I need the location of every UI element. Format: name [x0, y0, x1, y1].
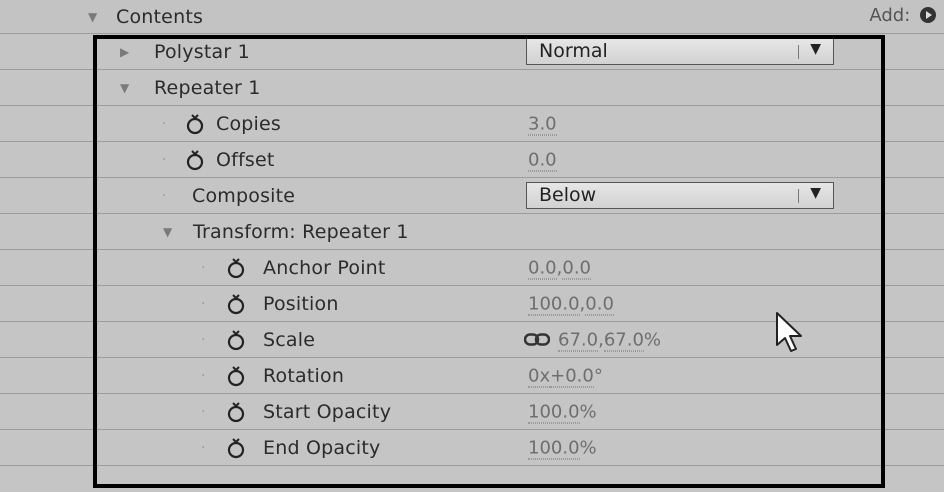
composite-value: Below: [539, 184, 597, 206]
empty-row: [0, 466, 944, 492]
add-menu[interactable]: Add:: [869, 5, 936, 26]
expand-triangle-icon[interactable]: ▼: [120, 81, 129, 95]
expand-triangle-icon[interactable]: ▼: [88, 10, 97, 24]
bullet-dot: ·: [162, 115, 167, 132]
transform-label: Transform: Repeater 1: [193, 220, 409, 243]
stopwatch-icon[interactable]: [185, 113, 205, 135]
stopwatch-icon[interactable]: [185, 149, 205, 171]
anchor-point-label: Anchor Point: [263, 256, 386, 279]
dropdown-arrow-icon[interactable]: ▼: [810, 41, 821, 57]
bullet-dot: ·: [201, 259, 206, 276]
composite-row: · Composite Below ▼: [0, 178, 944, 214]
dropdown-arrow-icon[interactable]: ▼: [810, 185, 821, 201]
offset-label: Offset: [216, 148, 275, 171]
position-label: Position: [263, 292, 339, 315]
scale-value[interactable]: 67.0,67.0%: [524, 329, 661, 351]
position-value[interactable]: 100.0,0.0: [528, 293, 614, 315]
dropdown-separator: [798, 189, 799, 203]
rotation-label: Rotation: [263, 364, 345, 387]
stopwatch-icon[interactable]: [226, 401, 246, 423]
timeline-properties-panel: ▼ Contents Add: ▶ Polystar 1 Normal ▼ ▼ …: [0, 0, 944, 492]
rotation-value[interactable]: 0x+0.0°: [528, 365, 603, 387]
composite-dropdown[interactable]: Below ▼: [526, 182, 834, 209]
bullet-dot: ·: [201, 403, 206, 420]
scale-label: Scale: [263, 328, 316, 351]
end-opacity-row: · End Opacity 100.0%: [0, 430, 944, 466]
expand-triangle-icon[interactable]: ▼: [163, 225, 172, 239]
end-opacity-value[interactable]: 100.0%: [528, 437, 597, 459]
collapsed-triangle-icon[interactable]: ▶: [120, 45, 129, 59]
offset-value[interactable]: 0.0: [528, 149, 557, 171]
bullet-dot: ·: [162, 151, 167, 168]
start-opacity-row: · Start Opacity 100.0%: [0, 394, 944, 430]
anchor-point-value[interactable]: 0.0,0.0: [528, 257, 592, 279]
bullet-dot: ·: [201, 295, 206, 312]
copies-value[interactable]: 3.0: [528, 113, 557, 135]
copies-row: · Copies 3.0: [0, 106, 944, 142]
offset-row: · Offset 0.0: [0, 142, 944, 178]
contents-row[interactable]: ▼ Contents Add:: [0, 0, 944, 34]
composite-label: Composite: [192, 184, 296, 207]
end-opacity-label: End Opacity: [263, 436, 381, 459]
stopwatch-icon[interactable]: [226, 293, 246, 315]
stopwatch-icon[interactable]: [226, 257, 246, 279]
blend-mode-value: Normal: [539, 40, 608, 62]
repeater-label: Repeater 1: [154, 76, 261, 99]
stopwatch-icon[interactable]: [226, 437, 246, 459]
polystar-label: Polystar 1: [154, 40, 250, 63]
polystar-row[interactable]: ▶ Polystar 1 Normal ▼: [0, 34, 944, 70]
stopwatch-icon[interactable]: [226, 365, 246, 387]
dropdown-separator: [798, 45, 799, 59]
repeater-row[interactable]: ▼ Repeater 1: [0, 70, 944, 106]
anchor-point-row: · Anchor Point 0.0,0.0: [0, 250, 944, 286]
bullet-dot: ·: [162, 187, 167, 204]
start-opacity-label: Start Opacity: [263, 400, 392, 423]
constrain-proportions-link-icon[interactable]: [524, 332, 550, 346]
copies-label: Copies: [216, 112, 282, 135]
mouse-pointer-icon: [776, 312, 802, 352]
transform-row[interactable]: ▼ Transform: Repeater 1: [0, 214, 944, 250]
add-label: Add:: [869, 5, 911, 26]
bullet-dot: ·: [201, 331, 206, 348]
rotation-row: · Rotation 0x+0.0°: [0, 358, 944, 394]
stopwatch-icon[interactable]: [226, 329, 246, 351]
blend-mode-dropdown[interactable]: Normal ▼: [526, 38, 834, 65]
add-play-icon[interactable]: [920, 7, 936, 23]
contents-label: Contents: [116, 5, 204, 28]
start-opacity-value[interactable]: 100.0%: [528, 401, 597, 423]
bullet-dot: ·: [201, 439, 206, 456]
bullet-dot: ·: [201, 367, 206, 384]
